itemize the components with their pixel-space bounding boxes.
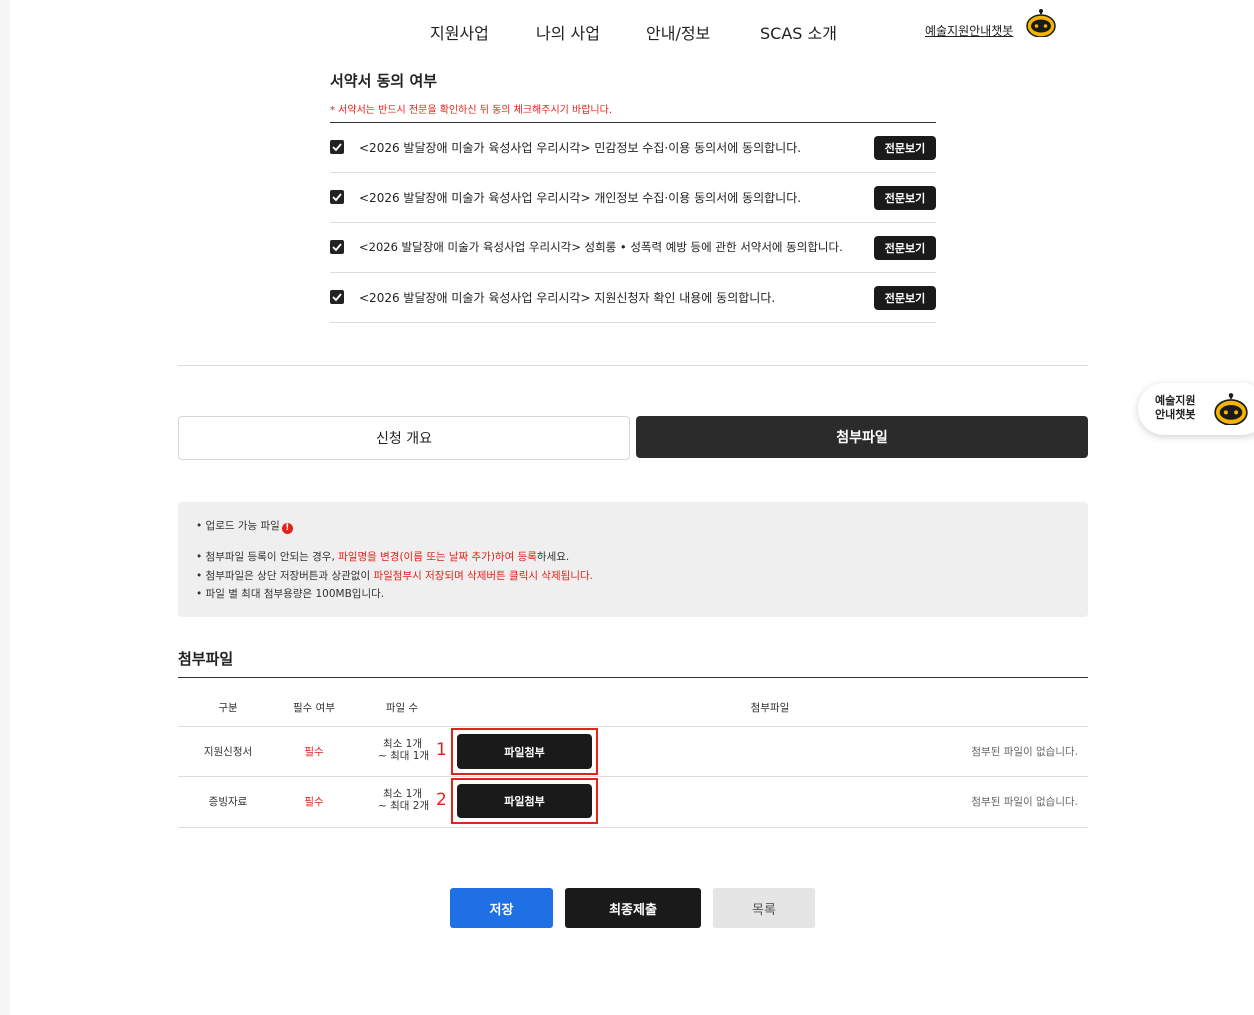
floating-chatbot-line2: 안내챗봇 (1155, 408, 1196, 421)
annotation-number: 1 (436, 740, 447, 760)
consent-text: <2026 발달장애 미술가 육성사업 우리시각> 지원신청자 확인 내용에 동… (359, 291, 776, 305)
view-full-text-button[interactable]: 전문보기 (874, 286, 936, 310)
check-icon (332, 243, 342, 252)
count-min: 최소 1개 (383, 788, 422, 800)
count-max: ~ 최대 2개 (378, 800, 430, 812)
info-text: • 첨부파일 등록이 안되는 경우, (196, 551, 339, 563)
alert-icon[interactable]: ! (281, 523, 293, 534)
table-top-border (178, 677, 1088, 678)
chatbot-robot-icon[interactable] (1026, 9, 1056, 38)
consent-checkbox[interactable] (330, 140, 344, 154)
final-submit-button[interactable]: 최종제출 (565, 888, 701, 928)
consent-checkbox[interactable] (330, 240, 344, 254)
consent-text: <2026 발달장애 미술가 육성사업 우리시각> 성희롱 • 성폭력 예방 등… (359, 240, 843, 254)
floating-chatbot-line1: 예술지원 (1155, 394, 1196, 407)
consent-text: <2026 발달장애 미술가 육성사업 우리시각> 민감정보 수집·이용 동의서… (359, 141, 802, 155)
top-nav: 지원사업 나의 사업 안내/정보 SCAS 소개 예술지원안내챗봇 (10, 0, 1254, 62)
header-required: 필수 여부 (293, 702, 335, 714)
header-file-count: 파일 수 (385, 702, 419, 714)
attachment-status: 첨부된 파일이 없습니다. (971, 796, 1078, 808)
consent-row: <2026 발달장애 미술가 육성사업 우리시각> 민감정보 수집·이용 동의서… (330, 123, 936, 171)
attachment-status: 첨부된 파일이 없습니다. (971, 746, 1078, 758)
consent-note: * 서약서는 반드시 전문을 확인하신 뒤 동의 체크해주시기 바랍니다. (330, 105, 613, 116)
info-text: 하세요. (536, 551, 570, 563)
floating-chatbot-label: 예술지원 안내챗봇 (1155, 394, 1215, 422)
row-required: 필수 (304, 746, 324, 758)
table-row-divider (178, 726, 1088, 727)
info-line: • 파일 별 최대 첨부용량은 100MB입니다. (196, 588, 385, 600)
annotation-highlight-box: 파일첨부 (451, 728, 598, 775)
info-text: • 첨부파일은 상단 저장버튼과 상관없이 (196, 570, 374, 582)
list-button[interactable]: 목록 (713, 888, 815, 928)
section-divider (178, 365, 1088, 366)
info-line: • 첨부파일은 상단 저장버튼과 상관없이 파일첨부시 저장되며 삭제버튼 클릭… (196, 568, 593, 583)
header-attachment: 첨부파일 (750, 702, 790, 714)
nav-my-programs[interactable]: 나의 사업 (536, 20, 600, 44)
view-full-text-button[interactable]: 전문보기 (874, 136, 936, 160)
view-full-text-button[interactable]: 전문보기 (874, 236, 936, 260)
upload-allowed-line: • 업로드 가능 파일! (196, 518, 293, 534)
table-row-divider (178, 776, 1088, 777)
view-full-text-button[interactable]: 전문보기 (874, 186, 936, 210)
chatbot-robot-icon (1214, 393, 1248, 426)
row-category: 지원신청서 (203, 746, 253, 758)
nav-info[interactable]: 안내/정보 (646, 20, 710, 44)
upload-info-box: • 업로드 가능 파일! • 첨부파일 등록이 안되는 경우, 파일명을 변경(… (178, 502, 1088, 617)
consent-row: <2026 발달장애 미술가 육성사업 우리시각> 개인정보 수집·이용 동의서… (330, 173, 936, 221)
consent-row: <2026 발달장애 미술가 육성사업 우리시각> 지원신청자 확인 내용에 동… (330, 273, 936, 321)
count-min: 최소 1개 (383, 738, 422, 750)
annotation-highlight-box: 파일첨부 (451, 778, 598, 824)
chatbot-link[interactable]: 예술지원안내챗봇 (925, 22, 1013, 39)
table-row-divider (178, 827, 1088, 828)
row-file-count: 최소 1개 ~ 최대 2개 (378, 788, 429, 812)
row-divider (330, 322, 936, 323)
info-line: • 첨부파일 등록이 안되는 경우, 파일명을 변경(이름 또는 날짜 추가)하… (196, 549, 569, 564)
upload-allowed-label: • 업로드 가능 파일 (196, 520, 280, 532)
page: 지원사업 나의 사업 안내/정보 SCAS 소개 예술지원안내챗봇 서약서 동의… (10, 0, 1254, 1015)
nav-support-programs[interactable]: 지원사업 (430, 20, 489, 44)
tab-attachments[interactable]: 첨부파일 (636, 416, 1088, 458)
annotation-number: 2 (436, 790, 447, 810)
attach-file-button[interactable]: 파일첨부 (457, 784, 592, 818)
consent-section-title: 서약서 동의 여부 (330, 72, 438, 90)
attachments-title: 첨부파일 (178, 650, 234, 668)
tab-application-overview[interactable]: 신청 개요 (178, 416, 630, 460)
consent-checkbox[interactable] (330, 190, 344, 204)
row-file-count: 최소 1개 ~ 최대 1개 (378, 738, 429, 762)
consent-checkbox[interactable] (330, 290, 344, 304)
consent-text: <2026 발달장애 미술가 육성사업 우리시각> 개인정보 수집·이용 동의서… (359, 191, 802, 205)
row-category: 증빙자료 (208, 796, 248, 808)
attach-file-button[interactable]: 파일첨부 (457, 734, 592, 769)
floating-chatbot-button[interactable]: 예술지원 안내챗봇 (1138, 383, 1254, 435)
row-required: 필수 (304, 796, 324, 808)
check-icon (332, 143, 342, 152)
header-category: 구분 (218, 702, 238, 714)
count-max: ~ 최대 1개 (378, 750, 430, 762)
info-highlight: 파일명을 변경(이름 또는 날짜 추가)하여 등록 (338, 551, 537, 563)
check-icon (332, 193, 342, 202)
check-icon (332, 293, 342, 302)
info-highlight: 파일첨부시 저장되며 삭제버튼 클릭시 삭제됩니다. (373, 570, 594, 582)
save-button[interactable]: 저장 (450, 888, 553, 928)
nav-about-scas[interactable]: SCAS 소개 (760, 20, 837, 44)
consent-row: <2026 발달장애 미술가 육성사업 우리시각> 성희롱 • 성폭력 예방 등… (330, 223, 936, 271)
